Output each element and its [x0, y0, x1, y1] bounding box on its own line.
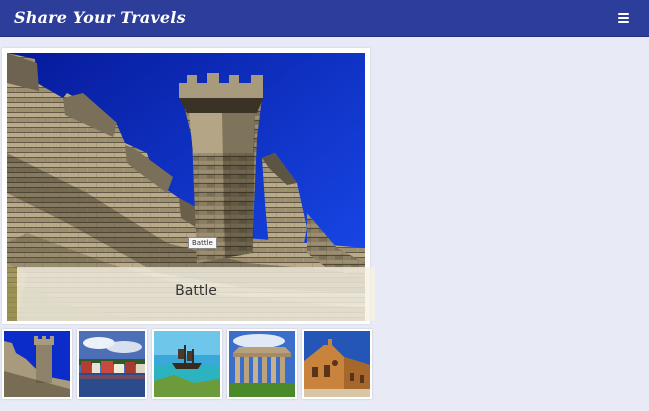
app-header: Share Your Travels — [0, 0, 649, 37]
thumbnail-cathedral[interactable] — [302, 329, 372, 399]
thumbnail-harbour[interactable] — [77, 329, 147, 399]
thumbnail-greek-temple[interactable] — [227, 329, 297, 399]
app-title[interactable]: Share Your Travels — [14, 8, 186, 27]
photo-caption: Battle — [175, 283, 217, 299]
thumbnail-pirate-ship[interactable] — [152, 329, 222, 399]
thumbnail-castle[interactable] — [2, 329, 72, 399]
image-tooltip: Battle — [188, 237, 217, 249]
photo-caption-overlay: Battle — [17, 267, 375, 321]
hamburger-menu-icon[interactable] — [618, 13, 629, 24]
